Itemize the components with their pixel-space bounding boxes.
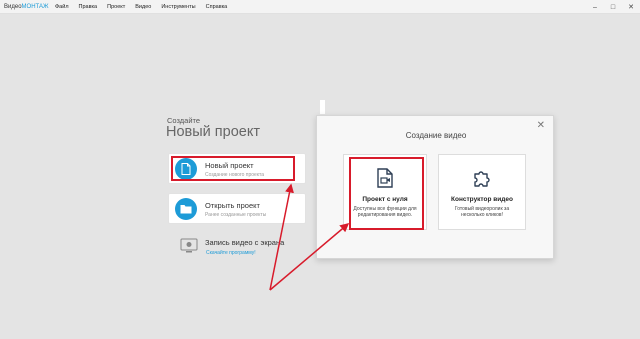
- app-logo: ВидеоМОНТАЖ: [4, 3, 49, 10]
- folder-icon: [175, 198, 197, 220]
- title-bar: ВидеоМОНТАЖ Файл Правка Проект Видео Инс…: [0, 0, 640, 14]
- option-title: Конструктор видео: [451, 196, 513, 203]
- video-constructor-option[interactable]: Конструктор видео Готовый видеоролик за …: [438, 154, 526, 230]
- dialog-title: Создание видео: [405, 131, 467, 140]
- start-title: Новый проект: [166, 124, 260, 140]
- puzzle-icon: [472, 168, 492, 193]
- new-project-title: Новый проект: [205, 161, 254, 170]
- menu-tools[interactable]: Инструменты: [156, 4, 200, 10]
- menu-bar: Файл Правка Проект Видео Инструменты Спр…: [50, 4, 232, 10]
- maximize-button[interactable]: □: [604, 0, 622, 14]
- menu-help[interactable]: Справка: [201, 4, 233, 10]
- option-description: Готовый видеоролик за несколько кликов!: [454, 206, 510, 218]
- open-project-card[interactable]: Открыть проект Ранее созданные проекты: [168, 193, 306, 224]
- close-icon[interactable]: ✕: [537, 120, 545, 131]
- background-panel-edge: [320, 100, 325, 114]
- new-project-card[interactable]: Новый проект Создание нового проекта: [168, 153, 306, 184]
- minimize-button[interactable]: –: [586, 0, 604, 14]
- menu-video[interactable]: Видео: [130, 4, 156, 10]
- option-description: Доступны все функции для редактирования …: [353, 206, 417, 218]
- download-program-link[interactable]: Скачайте программу!: [206, 250, 256, 256]
- new-project-icon: [175, 158, 197, 180]
- video-file-icon: [376, 168, 394, 193]
- window-controls: – □ ✕: [586, 0, 640, 14]
- screen-record-title: Запись видео с экрана: [205, 238, 285, 247]
- screen-record-icon: [180, 237, 198, 255]
- open-project-subtitle: Ранее созданные проекты: [205, 212, 267, 218]
- close-window-button[interactable]: ✕: [622, 0, 640, 14]
- menu-file[interactable]: Файл: [50, 4, 74, 10]
- menu-edit[interactable]: Правка: [74, 4, 103, 10]
- open-project-title: Открыть проект: [205, 201, 260, 210]
- option-title: Проект с нуля: [362, 196, 408, 203]
- menu-project[interactable]: Проект: [102, 4, 130, 10]
- new-project-subtitle: Создание нового проекта: [205, 172, 265, 178]
- project-from-scratch-option[interactable]: Проект с нуля Доступны все функции для р…: [343, 154, 427, 230]
